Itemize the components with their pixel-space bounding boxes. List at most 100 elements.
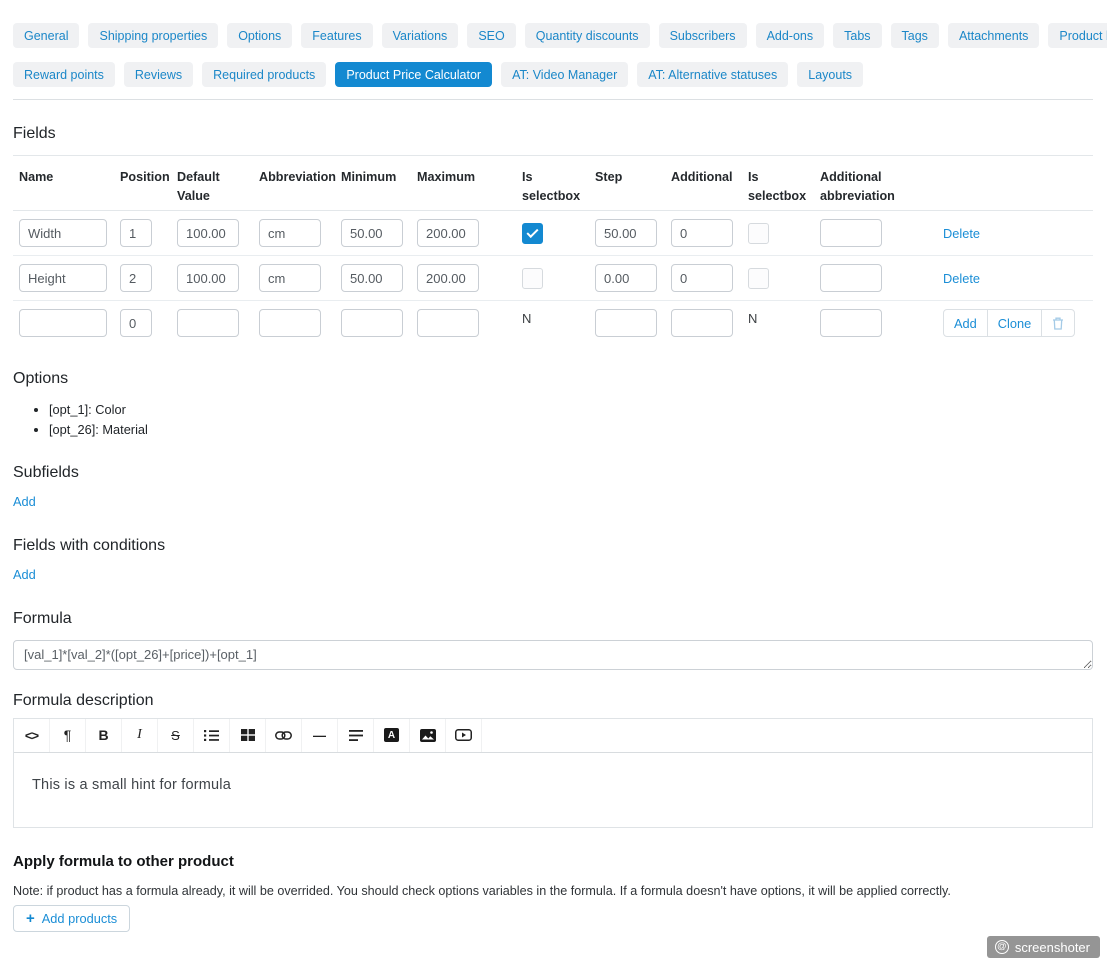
field-name-input[interactable] (19, 219, 107, 247)
field-row-new: N N Add Clone (13, 301, 1093, 346)
field-abbreviation-input[interactable] (259, 219, 321, 247)
tab-at-video-manager[interactable]: AT: Video Manager (501, 62, 628, 87)
table-button[interactable] (230, 719, 266, 752)
field-minimum-input[interactable] (341, 219, 403, 247)
new-field-abbreviation-input[interactable] (259, 309, 321, 337)
fields-table-header: Name Position Default Value Abbreviation… (13, 156, 1093, 211)
new-field-default-value-input[interactable] (177, 309, 239, 337)
align-button[interactable] (338, 719, 374, 752)
new-field-additional-input[interactable] (671, 309, 733, 337)
add-products-label: Add products (42, 911, 117, 926)
is-selectbox-2-flag: N (748, 311, 757, 326)
new-field-minimum-input[interactable] (341, 309, 403, 337)
bold-button[interactable]: B (86, 719, 122, 752)
tab-layouts[interactable]: Layouts (797, 62, 863, 87)
product-tabs-row-2: Reward points Reviews Required products … (13, 62, 1093, 87)
field-additional-input[interactable] (671, 219, 733, 247)
strikethrough-button[interactable]: S (158, 719, 194, 752)
is-selectbox-checkbox[interactable] (522, 268, 543, 289)
align-icon (349, 730, 363, 741)
new-field-step-input[interactable] (595, 309, 657, 337)
add-field-button[interactable]: Add (943, 309, 988, 337)
is-selectbox-flag: N (522, 311, 531, 326)
link-button[interactable] (266, 719, 302, 752)
horizontal-rule-button[interactable]: — (302, 719, 338, 752)
field-maximum-input[interactable] (417, 264, 479, 292)
tab-product-price-calculator[interactable]: Product Price Calculator (335, 62, 492, 87)
is-selectbox-checkbox[interactable] (522, 223, 543, 244)
field-additional-abbreviation-input[interactable] (820, 219, 882, 247)
is-selectbox-2-checkbox[interactable] (748, 223, 769, 244)
field-abbreviation-input[interactable] (259, 264, 321, 292)
tab-shipping-properties[interactable]: Shipping properties (88, 23, 218, 48)
is-selectbox-2-checkbox[interactable] (748, 268, 769, 289)
text-block-button[interactable]: A (374, 719, 410, 752)
new-field-name-input[interactable] (19, 309, 107, 337)
product-edit-page: General Shipping properties Options Feat… (0, 23, 1107, 932)
tab-required-products[interactable]: Required products (202, 62, 326, 87)
fields-table: Name Position Default Value Abbreviation… (13, 155, 1093, 346)
field-additional-input[interactable] (671, 264, 733, 292)
field-default-value-input[interactable] (177, 219, 239, 247)
tab-quantity-discounts[interactable]: Quantity discounts (525, 23, 650, 48)
apply-formula-note: Note: if product has a formula already, … (13, 884, 1093, 899)
editor-content[interactable]: This is a small hint for formula (14, 753, 1092, 793)
new-field-maximum-input[interactable] (417, 309, 479, 337)
new-field-additional-abbreviation-input[interactable] (820, 309, 882, 337)
insert-image-button[interactable] (410, 719, 446, 752)
tab-product-bundles[interactable]: Product bundles (1048, 23, 1107, 48)
field-maximum-input[interactable] (417, 219, 479, 247)
insert-video-button[interactable] (446, 719, 482, 752)
column-header-maximum: Maximum (411, 156, 516, 211)
column-header-is-selectbox: Is selectbox (516, 156, 589, 211)
horizontal-rule-icon: — (313, 728, 326, 743)
field-step-input[interactable] (595, 264, 657, 292)
screenshoter-watermark: @ screenshoter (987, 936, 1100, 958)
add-subfield-link[interactable]: Add (13, 494, 36, 509)
paragraph-format-button[interactable]: ¶ (50, 719, 86, 752)
tab-tabs[interactable]: Tabs (833, 23, 881, 48)
field-name-input[interactable] (19, 264, 107, 292)
tab-options[interactable]: Options (227, 23, 292, 48)
italic-button[interactable]: I (122, 719, 158, 752)
trash-button[interactable] (1041, 309, 1075, 337)
field-position-input[interactable] (120, 219, 152, 247)
option-item: [opt_1]: Color (49, 400, 1093, 420)
clone-field-button[interactable]: Clone (987, 309, 1042, 337)
column-header-actions (937, 156, 1093, 211)
tab-add-ons[interactable]: Add-ons (756, 23, 825, 48)
add-condition-field-link[interactable]: Add (13, 567, 36, 582)
unordered-list-button[interactable] (194, 719, 230, 752)
tab-at-alternative-statuses[interactable]: AT: Alternative statuses (637, 62, 788, 87)
delete-field-link[interactable]: Delete (943, 271, 980, 286)
tab-tags[interactable]: Tags (891, 23, 939, 48)
fields-with-conditions-section-title: Fields with conditions (13, 536, 1093, 556)
tab-reward-points[interactable]: Reward points (13, 62, 115, 87)
table-icon (241, 729, 255, 741)
column-header-step: Step (589, 156, 665, 211)
column-header-position: Position (114, 156, 171, 211)
delete-field-link[interactable]: Delete (943, 226, 980, 241)
field-position-input[interactable] (120, 264, 152, 292)
field-minimum-input[interactable] (341, 264, 403, 292)
field-step-input[interactable] (595, 219, 657, 247)
tab-variations[interactable]: Variations (382, 23, 459, 48)
column-header-additional: Additional (665, 156, 742, 211)
view-html-button[interactable]: <> (14, 719, 50, 752)
tab-seo[interactable]: SEO (467, 23, 515, 48)
tab-general[interactable]: General (13, 23, 79, 48)
tab-subscribers[interactable]: Subscribers (659, 23, 747, 48)
bold-icon: B (98, 727, 108, 743)
tab-features[interactable]: Features (301, 23, 372, 48)
field-default-value-input[interactable] (177, 264, 239, 292)
tab-attachments[interactable]: Attachments (948, 23, 1039, 48)
option-item: [opt_26]: Material (49, 420, 1093, 440)
field-additional-abbreviation-input[interactable] (820, 264, 882, 292)
formula-description-editor: <> ¶ B I S — A (13, 718, 1093, 828)
formula-description-section-title: Formula description (13, 691, 1093, 711)
new-field-position-input[interactable] (120, 309, 152, 337)
column-header-abbreviation: Abbreviation (253, 156, 335, 211)
formula-input[interactable]: [val_1]*[val_2]*([opt_26]+[price])+[opt_… (13, 640, 1093, 670)
add-products-button[interactable]: + Add products (13, 905, 130, 932)
tab-reviews[interactable]: Reviews (124, 62, 193, 87)
